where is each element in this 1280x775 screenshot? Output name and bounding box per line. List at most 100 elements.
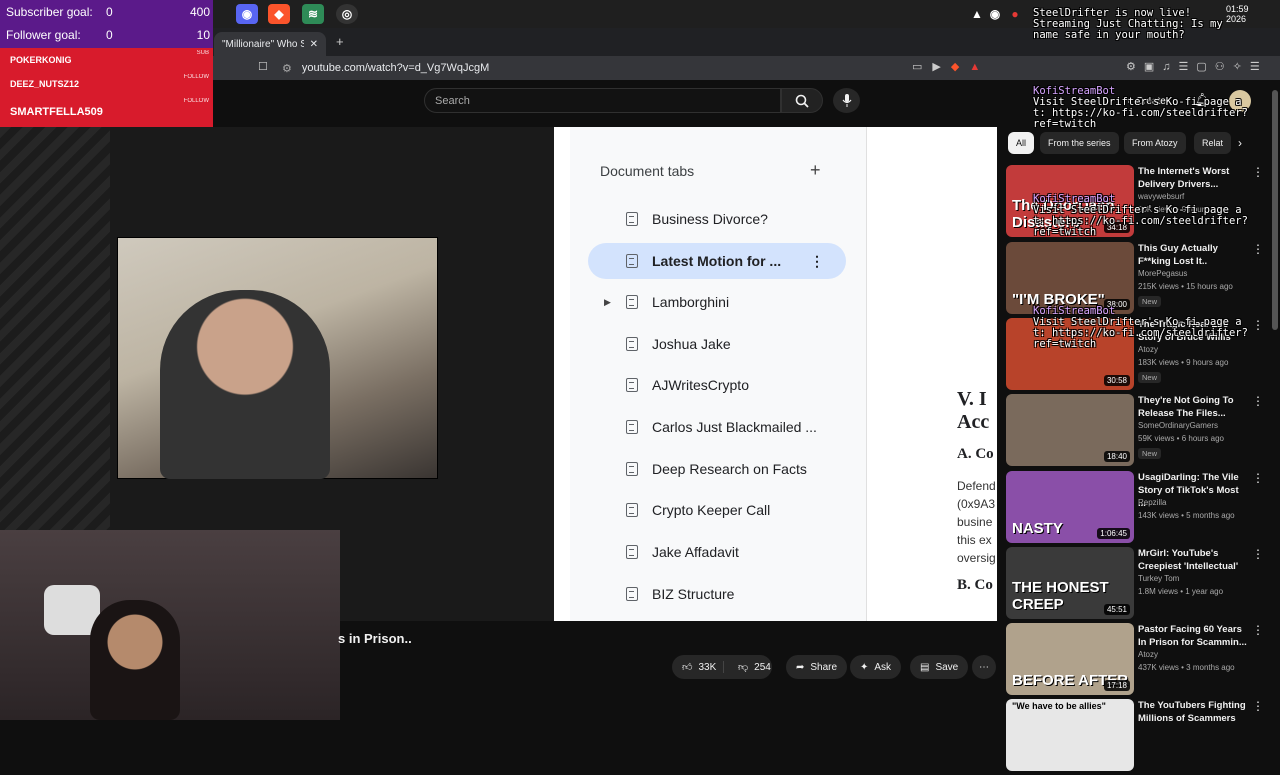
new-badge: New	[1138, 372, 1162, 383]
more-actions-button[interactable]: ⋯	[972, 655, 996, 679]
video-thumbnail[interactable]: "We have to be allies"	[1006, 699, 1134, 771]
more-options-icon[interactable]: ⋮	[1252, 318, 1264, 332]
more-options-icon[interactable]: ⋮	[810, 253, 824, 270]
ask-label: Ask	[874, 661, 892, 673]
doc-tab-item[interactable]: AJWritesCrypto	[600, 367, 846, 403]
doc-tab-item[interactable]: Crypto Keeper Call	[600, 492, 846, 528]
chip-all[interactable]: All	[1008, 132, 1035, 154]
document-icon	[626, 378, 638, 392]
browser-tab-active[interactable]: "Millionaire" Who Su ✕	[214, 32, 326, 56]
new-tab-icon[interactable]: +	[336, 34, 344, 49]
ask-button[interactable]: ✦ Ask	[850, 655, 902, 679]
video-duration: 1:06:45	[1097, 528, 1130, 539]
doc-tab-item[interactable]: ▶ Lamborghini	[600, 284, 846, 320]
sidebar-scrollbar[interactable]	[1272, 90, 1278, 330]
search-icon	[795, 94, 809, 108]
save-button[interactable]: ▤ Save	[910, 655, 969, 679]
chat-header: SteelDrifter is now live! Streaming Just…	[1033, 7, 1223, 41]
add-tab-icon[interactable]: +	[810, 160, 821, 181]
related-video-card[interactable]: 18:40 They're Not Going To Release The Fi…	[1006, 394, 1276, 470]
more-options-icon[interactable]: ⋮	[1252, 394, 1264, 408]
video-title: The Internet's Worst Delivery Drivers...	[1138, 166, 1230, 190]
video-meta: 215K views • 15 hours ago	[1138, 282, 1233, 291]
more-options-icon[interactable]: ⋮	[1252, 623, 1264, 637]
layers-icon[interactable]: ≋	[302, 4, 324, 24]
doc-tab-item[interactable]: Jake Affadavit	[600, 534, 846, 570]
document-icon	[626, 254, 638, 268]
video-title: They're Not Going To Release The Files..…	[1138, 395, 1234, 419]
url-field[interactable]: ⚙ youtube.com/watch?v=d_Vg7WqJcgM	[282, 59, 902, 77]
doc-tab-item[interactable]: Deep Research on Facts	[600, 451, 846, 487]
related-video-card[interactable]: BEFORE AFTER 17:18 Pastor Facing 60 Years …	[1006, 623, 1276, 699]
video-thumbnail[interactable]: 18:40	[1006, 394, 1134, 466]
thumbs-up-icon: 👍︎	[682, 662, 693, 673]
voice-search-button[interactable]	[833, 88, 860, 113]
alert-tag: SUB	[196, 50, 209, 56]
search-input[interactable]: Search	[424, 88, 781, 113]
alert-tag: FOLLOW	[183, 74, 209, 80]
chat-message: KofiStreamBot Visit SteelDrifter's Ko-fi …	[1033, 86, 1253, 130]
document-icon	[626, 587, 638, 601]
expand-arrow-icon[interactable]: ▶	[604, 297, 611, 308]
video-meta: 437K views • 3 months ago	[1138, 663, 1235, 672]
thumbnail-text: NASTY	[1012, 520, 1063, 537]
doc-tab-label: Joshua Jake	[652, 336, 731, 352]
mic-icon	[842, 93, 851, 107]
goal-target: 10	[196, 28, 210, 42]
channel-name: SomeOrdinaryGamers	[1138, 421, 1219, 430]
doc-tab-item[interactable]: BIZ Structure	[600, 576, 846, 612]
save-icon: ▤	[920, 661, 930, 673]
chip-from-atozy[interactable]: From Atozy	[1124, 132, 1186, 154]
search-button[interactable]	[781, 88, 823, 113]
tray-discord-icon[interactable]: ◉	[984, 4, 1006, 24]
related-video-card[interactable]: "We have to be allies" The YouTubers Figh…	[1006, 699, 1276, 775]
related-video-card[interactable]: NASTY 1:06:45 UsagiDarling: The Vile Story…	[1006, 471, 1276, 547]
like-button[interactable]: 👍︎ 33K	[672, 661, 724, 673]
more-options-icon[interactable]: ⋮	[1252, 699, 1264, 713]
channel-name: Repzilla	[1138, 498, 1167, 507]
video-thumbnail[interactable]: NASTY 1:06:45	[1006, 471, 1134, 543]
doc-tab-item[interactable]: Carlos Just Blackmailed ...	[600, 409, 846, 445]
more-options-icon[interactable]: ⋮	[1252, 471, 1264, 485]
more-options-icon[interactable]: ⋮	[1252, 165, 1264, 179]
doc-tab-label: Latest Motion for ...	[652, 253, 782, 269]
tray-app-icon[interactable]: ●	[1004, 4, 1026, 24]
like-count: 33K	[698, 661, 717, 673]
site-info-icon[interactable]: ⚙	[282, 62, 292, 75]
dislike-count: 254	[754, 661, 771, 673]
doc-tab-label: Lamborghini	[652, 294, 730, 310]
video-meta: 143K views • 5 months ago	[1138, 511, 1235, 520]
dislike-button[interactable]: 👎︎ 254	[730, 661, 771, 674]
bookmark-icon[interactable]: ☐	[258, 60, 268, 73]
video-duration: 18:40	[1103, 451, 1130, 462]
extension-icons: ▭▶◆▲	[912, 61, 991, 73]
discord-icon[interactable]: ◉	[236, 4, 258, 24]
chip-related[interactable]: Relat	[1194, 132, 1232, 154]
more-options-icon[interactable]: ⋮	[1252, 547, 1264, 561]
video-thumbnail[interactable]: BEFORE AFTER 17:18	[1006, 623, 1134, 695]
brave-icon[interactable]: ◆	[268, 4, 290, 24]
obs-icon[interactable]: ◎	[336, 4, 358, 24]
video-title: MrGirl: YouTube's Creepiest 'Intellectua…	[1138, 548, 1239, 572]
chip-from-series[interactable]: From the series	[1040, 132, 1119, 154]
more-options-icon[interactable]: ⋮	[1252, 242, 1264, 256]
url-text: youtube.com/watch?v=d_Vg7WqJcgM	[301, 62, 490, 74]
doc-tab-item[interactable]: Joshua Jake	[600, 326, 846, 362]
share-icon: ➦	[796, 661, 805, 673]
more-horizontal-icon: ⋯	[979, 661, 989, 673]
like-dislike-group: 👍︎ 33K 👎︎ 254	[672, 655, 772, 679]
alert-row: SMARTFELLA509 FOLLOW	[0, 96, 213, 127]
follower-goal: Follower goal: 0 10	[6, 24, 210, 46]
share-button[interactable]: ➦ Share	[786, 655, 848, 679]
doc-tab-item-active[interactable]: Latest Motion for ... ⋮	[588, 243, 846, 279]
alert-name: DEEZ_NUTSZ12	[10, 79, 80, 89]
chevron-right-icon[interactable]: ›	[1238, 136, 1242, 150]
channel-name: MorePegasus	[1138, 269, 1188, 278]
video-thumbnail[interactable]: THE HONEST CREEP 45:51	[1006, 547, 1134, 619]
video-thumbnail[interactable]: "I'M BROKE" 38:00	[1006, 242, 1134, 314]
close-tab-icon[interactable]: ✕	[310, 39, 318, 50]
channel-name: Turkey Tom	[1138, 574, 1180, 583]
doc-tab-item[interactable]: Business Divorce?	[600, 201, 846, 237]
related-video-card[interactable]: THE HONEST CREEP 45:51 MrGirl: YouTube's C…	[1006, 547, 1276, 623]
doc-tab-label: Jake Affadavit	[652, 544, 739, 560]
